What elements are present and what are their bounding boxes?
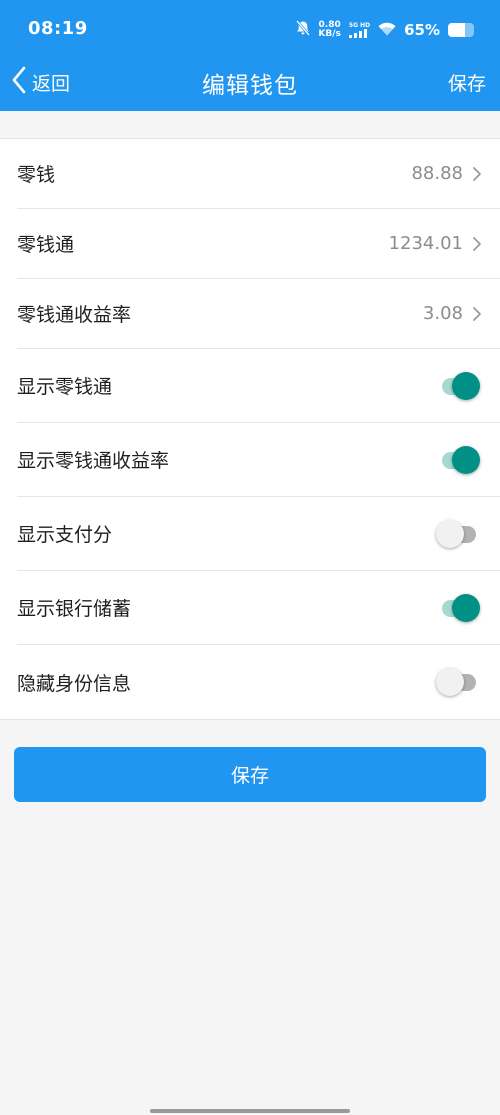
- status-icons: 0.80 KB/s 5G HD 65%: [296, 17, 474, 43]
- chevron-right-icon: [473, 166, 481, 181]
- chevron-right-icon: [473, 306, 481, 321]
- row-label: 零钱通收益率: [17, 304, 132, 326]
- toggle-switch[interactable]: [434, 370, 482, 402]
- row-change-plus-yield[interactable]: 零钱通收益率 3.08: [17, 279, 500, 349]
- mute-bell-icon: [296, 20, 311, 40]
- wallet-settings-list: 零钱 88.88 零钱通 1234.01 零钱通收益率 3.08 显示零钱通 显…: [0, 138, 500, 720]
- status-bar: 08:19 0.80 KB/s 5G HD 65%: [0, 0, 500, 58]
- row-value: 3.08: [422, 303, 463, 324]
- toggle-label: 显示银行储蓄: [17, 598, 132, 620]
- network-type: 5G HD: [348, 22, 371, 29]
- battery-icon: [448, 23, 474, 37]
- chevron-right-icon: [473, 236, 481, 251]
- toggle-row-show-pay-score: 显示支付分: [17, 497, 500, 571]
- toggle-switch[interactable]: [434, 444, 482, 476]
- nav-bar: 返回 编辑钱包 保存: [0, 58, 500, 108]
- header-save-button[interactable]: 保存: [448, 69, 486, 96]
- toggle-row-show-bank-savings: 显示银行储蓄: [17, 571, 500, 645]
- row-label: 零钱: [17, 164, 56, 186]
- toggle-label: 显示支付分: [17, 524, 113, 546]
- row-change-plus[interactable]: 零钱通 1234.01: [17, 209, 500, 279]
- net-speed-unit: KB/s: [318, 29, 341, 39]
- toggle-switch[interactable]: [434, 666, 482, 698]
- row-value: 88.88: [411, 163, 463, 184]
- toggle-row-show-change-plus: 显示零钱通: [17, 349, 500, 423]
- save-button[interactable]: 保存: [14, 747, 486, 802]
- toggle-switch[interactable]: [434, 518, 482, 550]
- row-change[interactable]: 零钱 88.88: [17, 139, 500, 209]
- status-time: 08:19: [28, 18, 88, 39]
- toggle-label: 显示零钱通: [17, 376, 113, 398]
- row-label: 零钱通: [17, 234, 75, 256]
- toggle-switch[interactable]: [434, 592, 482, 624]
- toggle-label: 隐藏身份信息: [17, 672, 132, 695]
- battery-percent: 65%: [404, 21, 440, 39]
- toggle-row-hide-identity: 隐藏身份信息: [17, 645, 500, 719]
- home-indicator[interactable]: [150, 1109, 350, 1113]
- signal-icon: 5G HD: [348, 22, 371, 38]
- row-value: 1234.01: [388, 233, 463, 254]
- page-title: 编辑钱包: [202, 73, 298, 99]
- toggle-row-show-yield: 显示零钱通收益率: [17, 423, 500, 497]
- net-speed: 0.80 KB/s: [318, 21, 340, 39]
- wifi-icon: [378, 21, 396, 40]
- toggle-label: 显示零钱通收益率: [17, 450, 170, 472]
- app-header: 08:19 0.80 KB/s 5G HD 65% 返回 编辑钱包 保存: [0, 0, 500, 111]
